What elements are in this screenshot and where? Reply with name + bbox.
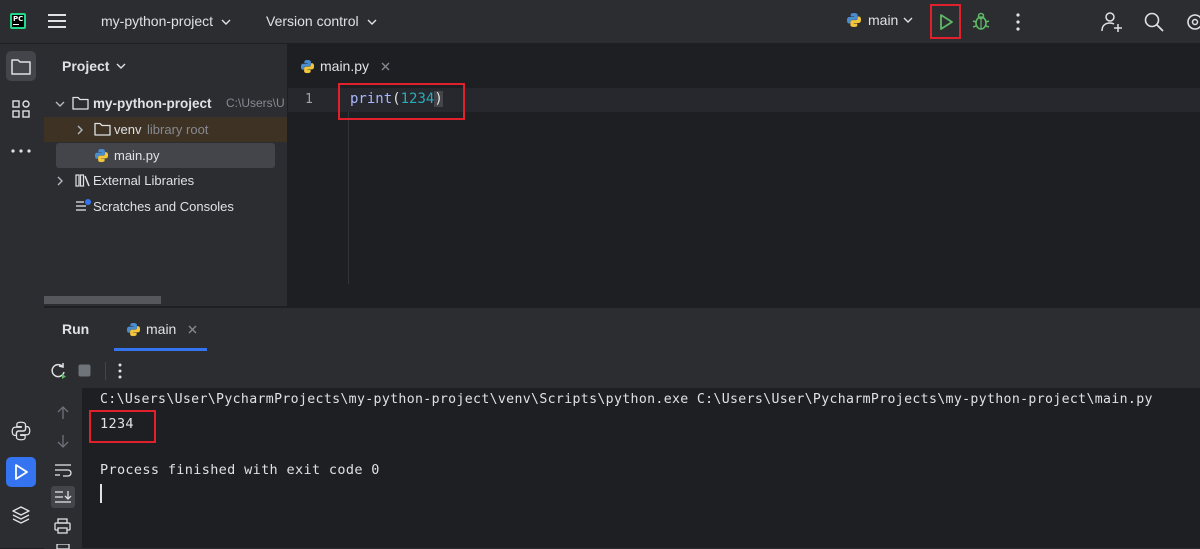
scroll-up-icon[interactable] (57, 406, 69, 420)
console-command-line: C:\Users\User\PycharmProjects\my-python-… (100, 392, 1153, 407)
layers-icon (11, 505, 31, 525)
vcs-selector[interactable]: Version control (266, 13, 377, 29)
run-tab-main[interactable]: main (126, 321, 197, 337)
structure-tool-button[interactable] (6, 94, 36, 124)
trash-icon[interactable] (56, 544, 70, 549)
bug-icon (972, 11, 990, 31)
python-icon (126, 322, 141, 337)
tree-item-path-hint: C:\Users\U (226, 96, 285, 110)
console-caret (100, 484, 102, 503)
scroll-to-end-button[interactable] (51, 486, 75, 508)
run-tab-label: main (146, 321, 177, 337)
project-tool-button[interactable] (6, 51, 36, 81)
tree-item-hint: library root (147, 122, 209, 137)
run-button[interactable] (930, 4, 961, 39)
chevron-down-icon (55, 101, 65, 107)
chevron-right-icon (77, 125, 83, 135)
chevron-down-icon (116, 63, 126, 69)
scratches-icon (75, 199, 91, 213)
tab-main-py[interactable]: main.py (300, 58, 390, 74)
structure-icon (12, 100, 30, 118)
line-number: 1 (305, 92, 313, 107)
more-actions-icon[interactable] (1015, 13, 1021, 31)
project-selector-label: my-python-project (101, 13, 214, 29)
chevron-down-icon (367, 19, 377, 26)
pycharm-logo[interactable]: PC (10, 13, 26, 29)
gear-icon[interactable] (1185, 12, 1200, 32)
stop-icon (78, 364, 91, 377)
tool-window-stripe (0, 44, 45, 548)
run-panel-title: Run (62, 321, 90, 337)
ellipsis-icon (11, 149, 31, 153)
chevron-down-icon (221, 19, 231, 26)
tree-item-label: Scratches and Consoles (93, 199, 234, 214)
debug-button[interactable] (972, 11, 990, 31)
logo-text: PC (13, 15, 24, 23)
tree-item-label: main.py (114, 148, 160, 163)
tree-item-scratches[interactable]: Scratches and Consoles (44, 194, 287, 219)
console-exit-line: Process finished with exit code 0 (100, 462, 380, 478)
tree-item-project-root[interactable]: my-python-project C:\Users\U (44, 91, 287, 116)
services-tool-button[interactable] (6, 500, 36, 530)
search-icon[interactable] (1144, 12, 1164, 32)
project-selector[interactable]: my-python-project (101, 13, 231, 29)
stop-button[interactable] (78, 364, 91, 377)
run-more-icon[interactable] (117, 363, 123, 379)
rerun-icon (49, 362, 67, 380)
add-user-icon[interactable] (1101, 11, 1123, 33)
active-tab-underline (114, 348, 207, 351)
main-toolbar: PC my-python-project Version control mai… (0, 0, 1200, 44)
close-icon[interactable] (381, 62, 390, 71)
main-menu-icon[interactable] (48, 13, 66, 29)
toolbar-divider (105, 362, 106, 380)
scroll-down-icon[interactable] (57, 434, 69, 448)
scroll-to-end-icon (54, 490, 72, 504)
python-file-icon (300, 59, 315, 74)
play-icon (14, 464, 28, 480)
project-panel-header[interactable]: Project (62, 58, 126, 74)
play-icon (939, 13, 953, 30)
run-tool-button[interactable] (6, 457, 36, 487)
python-file-icon (94, 148, 109, 163)
python-icon (846, 12, 862, 28)
project-tool-window: Project my-python-project C:\Users\U ven… (44, 44, 287, 306)
tree-item-main-py[interactable]: main.py (56, 143, 275, 168)
close-icon[interactable] (188, 325, 197, 334)
print-icon[interactable] (54, 518, 71, 534)
chevron-down-icon (903, 17, 913, 23)
more-tools-button[interactable] (6, 136, 36, 166)
code-highlight-box (338, 83, 465, 120)
chevron-right-icon (57, 176, 63, 186)
soft-wrap-icon[interactable] (54, 463, 72, 477)
tab-label: main.py (320, 58, 370, 74)
folder-icon (94, 122, 111, 136)
rerun-button[interactable] (49, 362, 67, 380)
output-highlight-box (89, 410, 156, 443)
horizontal-scrollbar[interactable] (44, 296, 161, 304)
python-console-icon (11, 421, 31, 441)
project-panel-title: Project (62, 58, 110, 74)
run-config-selector[interactable]: main (846, 12, 913, 28)
run-config-label: main (868, 12, 899, 28)
gutter-separator (348, 112, 349, 284)
library-icon (75, 173, 91, 187)
vcs-selector-label: Version control (266, 13, 359, 29)
tree-item-label: my-python-project (93, 96, 212, 111)
python-console-button[interactable] (6, 416, 36, 446)
tree-item-external-libraries[interactable]: External Libraries (44, 168, 287, 193)
folder-icon (72, 96, 89, 110)
folder-icon (11, 58, 31, 75)
tree-item-venv[interactable]: venv library root (44, 117, 287, 142)
tree-item-label: venv (114, 122, 142, 137)
tree-item-label: External Libraries (93, 173, 195, 188)
